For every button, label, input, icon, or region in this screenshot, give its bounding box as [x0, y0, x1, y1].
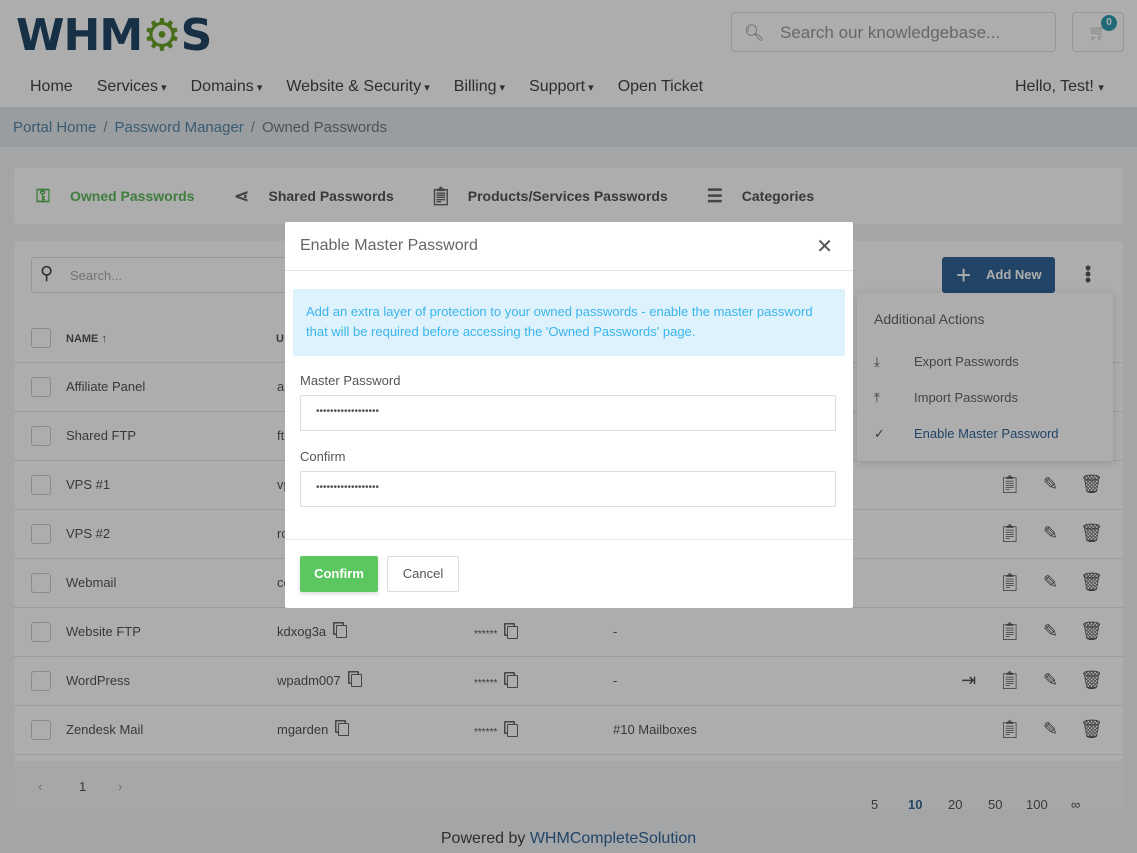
confirm-label: Confirm	[300, 449, 346, 464]
info-alert: Add an extra layer of protection to your…	[293, 289, 845, 356]
master-password-label: Master Password	[300, 373, 401, 388]
confirm-password-input[interactable]: ••••••••••••••••••	[300, 471, 836, 507]
confirm-button[interactable]: Confirm	[300, 556, 378, 592]
enable-master-password-modal: Enable Master Password ✕ Add an extra lay…	[285, 222, 853, 608]
modal-title: Enable Master Password	[300, 237, 478, 254]
close-icon[interactable]: ✕	[816, 234, 833, 259]
cancel-button[interactable]: Cancel	[387, 556, 459, 592]
master-password-input[interactable]: ••••••••••••••••••	[300, 395, 836, 431]
